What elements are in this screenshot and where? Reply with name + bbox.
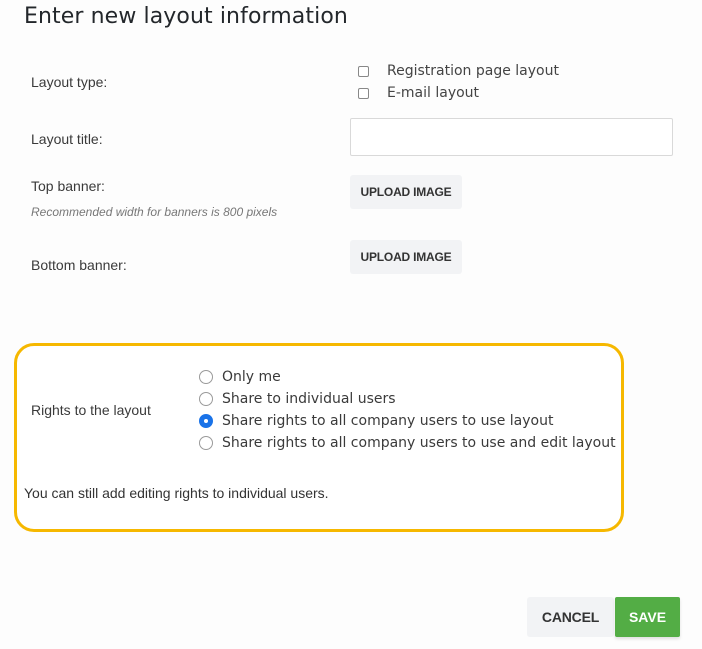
checkbox-box[interactable] [358,65,369,77]
radio-label: Only me [222,369,281,385]
radio-label: Share to individual users [222,391,396,407]
radio-label: Share rights to all company users to use… [222,435,616,451]
rights-option-company-use-edit[interactable]: Share rights to all company users to use… [199,435,616,451]
rights-option-only-me[interactable]: Only me [199,369,281,385]
layout-title-label: Layout title: [31,131,103,147]
layout-type-label: Layout type: [31,74,108,90]
radio-button[interactable] [199,392,213,406]
rights-label: Rights to the layout [31,402,151,418]
page-title: Enter new layout information [24,4,348,29]
radio-button[interactable] [199,370,213,384]
radio-label: Share rights to all company users to use… [222,413,554,429]
checkbox-box[interactable] [358,87,369,99]
add-editing-rights-label: ADD EDITING RIGHTS [37,535,182,551]
top-banner-label: Top banner: [31,178,105,194]
layout-title-input[interactable] [350,118,673,156]
save-button[interactable]: SAVE [615,597,680,637]
checkbox-label: Registration page layout [387,63,559,79]
radio-button-selected[interactable] [199,414,213,428]
banner-width-hint: Recommended width for banners is 800 pix… [31,205,278,219]
new-layout-form: Enter new layout information Layout type… [0,0,702,649]
email-layout-checkbox[interactable]: E-mail layout [358,85,479,101]
bottom-banner-label: Bottom banner: [31,257,127,273]
editing-rights-note: You can still add editing rights to indi… [24,485,329,501]
rights-option-individual-users[interactable]: Share to individual users [199,391,396,407]
upload-top-banner-button[interactable]: UPLOAD IMAGE [350,175,462,209]
checkbox-label: E-mail layout [387,85,480,101]
radio-button[interactable] [199,436,213,450]
rights-option-company-use[interactable]: Share rights to all company users to use… [199,413,553,429]
upload-bottom-banner-button[interactable]: UPLOAD IMAGE [350,240,462,274]
registration-page-layout-checkbox[interactable]: Registration page layout [358,63,559,79]
cancel-button[interactable]: CANCEL [527,597,614,637]
